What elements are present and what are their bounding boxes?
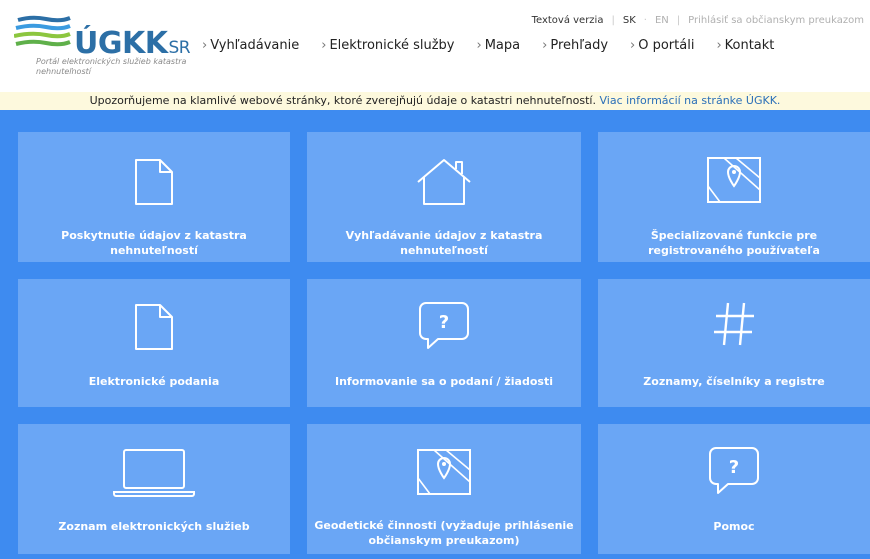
- tile-geodeticke-cinnosti[interactable]: Geodetické činnosti (vyžaduje prihláseni…: [307, 424, 581, 554]
- chevron-right-icon: ›: [630, 38, 636, 53]
- lang-en-link[interactable]: EN: [655, 15, 669, 26]
- tile-label: Elektronické podania: [88, 375, 220, 388]
- tile-zoznamy-ciselniky[interactable]: Zoznamy, číselníky a registre: [598, 279, 870, 407]
- logo-text: ÚGKKSR: [74, 26, 191, 61]
- tile-label: Vyhľadávanie údajov z katastra nehnuteľn…: [345, 229, 543, 257]
- tile-label: Geodetické činnosti (vyžaduje prihláseni…: [314, 519, 574, 547]
- chevron-right-icon: ›: [476, 38, 482, 53]
- nav-item-o-portali[interactable]: › O portáli: [630, 38, 694, 53]
- separator: ·: [643, 15, 647, 26]
- tile-specializovane-funkcie[interactable]: Špecializované funkcie pre registrovanéh…: [598, 132, 870, 262]
- tile-pomoc[interactable]: ? Pomoc: [598, 424, 870, 554]
- question-bubble-icon: ?: [709, 447, 759, 494]
- tile-label: Poskytnutie údajov z katastra nehnuteľno…: [61, 229, 247, 257]
- warning-banner: Upozorňujeme na klamlivé webové stránky,…: [0, 92, 870, 110]
- logo-subtitle: Portál elektronických služieb katastra n…: [36, 57, 187, 76]
- header: ÚGKKSR Portál elektronických služieb kat…: [0, 0, 870, 92]
- house-icon: [417, 159, 471, 205]
- tile-zoznam-sluzieb[interactable]: Zoznam elektronických služieb: [18, 424, 290, 554]
- nav-item-mapa[interactable]: › Mapa: [477, 38, 521, 53]
- tile-label: Špecializované funkcie pre registrovanéh…: [648, 229, 820, 257]
- map-icon: [417, 449, 471, 495]
- chevron-right-icon: ›: [202, 38, 208, 53]
- nav-item-vyhladavanie[interactable]: › Vyhľadávanie: [202, 38, 299, 53]
- tile-informovanie[interactable]: ? Informovanie sa o podaní / žiadosti: [307, 279, 581, 407]
- chevron-right-icon: ›: [716, 38, 722, 53]
- laptop-icon: [113, 449, 195, 497]
- tile-label: Pomoc: [713, 520, 755, 533]
- map-icon: [707, 157, 761, 203]
- svg-text:?: ?: [729, 457, 739, 478]
- tile-elektronicke-podania[interactable]: Elektronické podania: [18, 279, 290, 407]
- question-bubble-icon: ?: [419, 302, 469, 349]
- top-links: Textová verzia | SK · EN | Prihlásiť sa …: [532, 15, 864, 26]
- svg-text:?: ?: [439, 312, 449, 333]
- tile-poskytnutie-udajov[interactable]: Poskytnutie údajov z katastra nehnuteľno…: [18, 132, 290, 262]
- document-icon: [135, 304, 173, 350]
- login-link[interactable]: Prihlásiť sa občianskym preukazom: [688, 15, 864, 26]
- main-nav: › Vyhľadávanie › Elektronické služby › Mapa…: [202, 38, 796, 53]
- tile-label: Zoznam elektronických služieb: [58, 520, 250, 533]
- warning-link[interactable]: Viac informácií na stránke ÚGKK.: [599, 94, 780, 107]
- nav-item-kontakt[interactable]: › Kontakt: [716, 38, 774, 53]
- logo[interactable]: ÚGKKSR Portál elektronických služieb kat…: [14, 12, 194, 82]
- tile-label: Informovanie sa o podaní / žiadosti: [335, 375, 553, 388]
- chevron-right-icon: ›: [321, 38, 327, 53]
- lang-sk-link[interactable]: SK: [623, 15, 636, 26]
- text-version-link[interactable]: Textová verzia: [532, 15, 604, 26]
- separator: |: [676, 15, 681, 26]
- tile-vyhladavanie-udajov[interactable]: Vyhľadávanie údajov z katastra nehnuteľn…: [307, 132, 581, 262]
- separator: |: [611, 15, 615, 26]
- hash-icon: [714, 302, 754, 346]
- tile-grid: Poskytnutie údajov z katastra nehnuteľno…: [0, 110, 870, 559]
- nav-item-prehlady[interactable]: › Prehľady: [542, 38, 608, 53]
- nav-item-elektronicke-sluzby[interactable]: › Elektronické služby: [321, 38, 454, 53]
- warning-text: Upozorňujeme na klamlivé webové stránky,…: [89, 94, 596, 107]
- chevron-right-icon: ›: [542, 38, 548, 53]
- tile-label: Zoznamy, číselníky a registre: [643, 375, 825, 388]
- logo-stripes-icon: [14, 15, 71, 47]
- document-icon: [135, 159, 173, 205]
